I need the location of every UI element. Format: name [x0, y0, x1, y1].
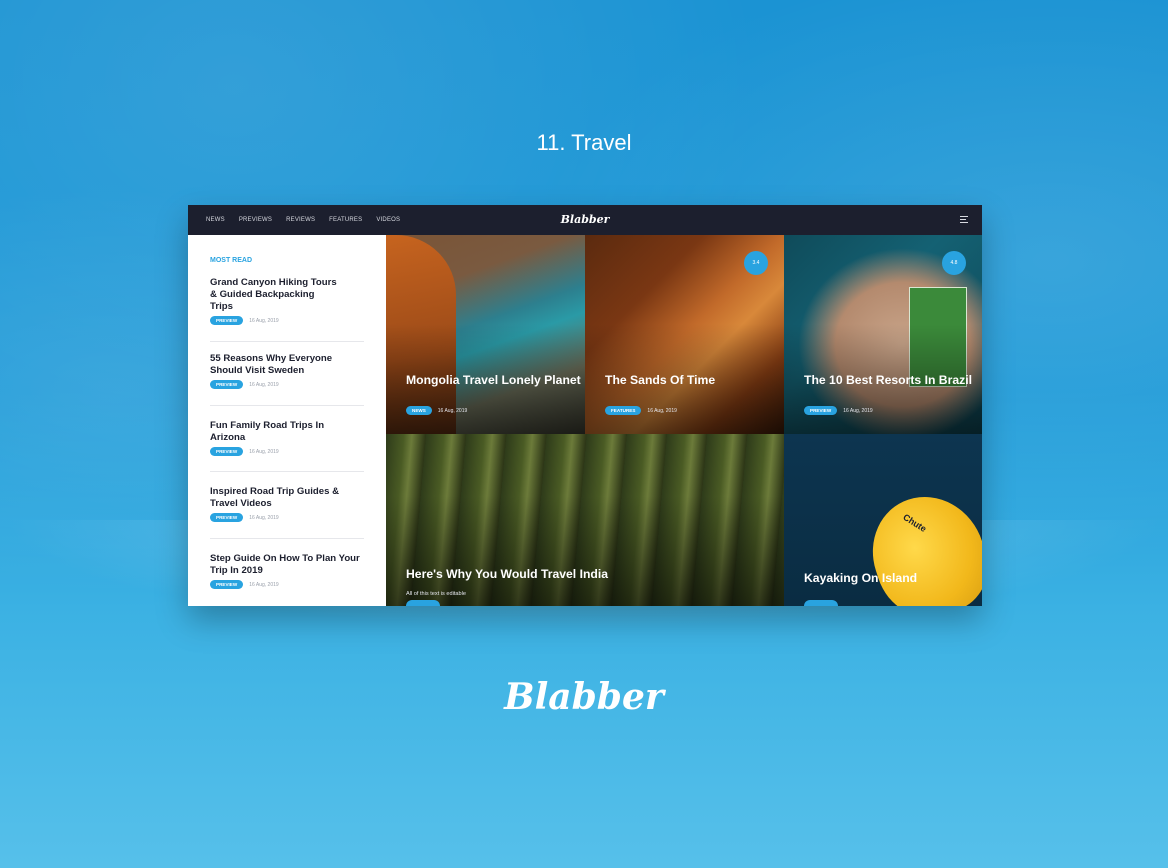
- list-item[interactable]: Grand Canyon Hiking Tours & Guided Backp…: [210, 277, 364, 325]
- tag-badge-partial[interactable]: [804, 600, 838, 606]
- article-title[interactable]: Grand Canyon Hiking Tours & Guided Backp…: [210, 277, 340, 313]
- post-tile-kayaking[interactable]: Chute Kayaking On Island: [784, 434, 982, 606]
- list-item[interactable]: Step Guide On How To Plan Your Trip In 2…: [210, 553, 364, 589]
- tag-badge[interactable]: FEATURES: [605, 406, 642, 415]
- tag-badge[interactable]: PREVIEW: [804, 406, 838, 415]
- article-date: 16 Aug, 2019: [843, 407, 873, 414]
- tag-badge[interactable]: PREVIEW: [210, 580, 244, 589]
- section-headline: 11. Travel: [536, 130, 632, 155]
- divider: [210, 341, 364, 342]
- tag-badge[interactable]: NEWS: [406, 406, 432, 415]
- tile-title[interactable]: The 10 Best Resorts In Brazil: [804, 373, 972, 388]
- article-title[interactable]: Fun Family Road Trips In Arizona: [210, 420, 360, 444]
- tag-badge[interactable]: PREVIEW: [210, 316, 244, 325]
- article-date: 16 Aug, 2019: [249, 448, 279, 455]
- score-badge: 4.8: [942, 251, 966, 275]
- kayak-image: [858, 481, 982, 606]
- tile-title[interactable]: Mongolia Travel Lonely Planet: [406, 373, 581, 388]
- hamburger-menu-icon[interactable]: [960, 216, 968, 225]
- article-date: 16 Aug, 2019: [249, 317, 279, 324]
- footer-logo: Blabber: [504, 676, 664, 718]
- post-tile-india[interactable]: Here's Why You Would Travel India All of…: [386, 434, 784, 606]
- website-mockup: NEWS PREVIEWS REVIEWS FEATURES VIDEOS Bl…: [188, 205, 982, 606]
- site-logo[interactable]: Blabber: [188, 213, 982, 226]
- article-date: 16 Aug, 2019: [249, 581, 279, 588]
- list-item[interactable]: Fun Family Road Trips In Arizona PREVIEW…: [210, 420, 364, 456]
- score-badge: 3.4: [744, 251, 768, 275]
- article-title[interactable]: Step Guide On How To Plan Your Trip In 2…: [210, 553, 360, 577]
- tile-excerpt: All of this text is editable: [406, 591, 467, 597]
- tile-title[interactable]: Here's Why You Would Travel India: [406, 567, 608, 582]
- divider: [210, 471, 364, 472]
- divider: [210, 405, 364, 406]
- tag-badge[interactable]: PREVIEW: [210, 380, 244, 389]
- list-item[interactable]: 55 Reasons Why Everyone Should Visit Swe…: [210, 353, 364, 389]
- post-tile-mongolia[interactable]: Mongolia Travel Lonely Planet NEWS 16 Aug…: [386, 235, 585, 434]
- sidebar-heading: MOST READ: [210, 257, 252, 264]
- article-title[interactable]: Inspired Road Trip Guides & Travel Video…: [210, 486, 360, 510]
- article-date: 16 Aug, 2019: [647, 407, 677, 414]
- article-date: 16 Aug, 2019: [249, 514, 279, 521]
- post-tile-sands[interactable]: 3.4 The Sands Of Time FEATURES 16 Aug, 20…: [585, 235, 784, 434]
- tag-badge-partial[interactable]: [406, 600, 440, 606]
- tag-badge[interactable]: PREVIEW: [210, 513, 244, 522]
- tile-title[interactable]: Kayaking On Island: [804, 571, 917, 586]
- article-title[interactable]: 55 Reasons Why Everyone Should Visit Swe…: [210, 353, 360, 377]
- list-item[interactable]: Inspired Road Trip Guides & Travel Video…: [210, 486, 364, 522]
- divider: [210, 538, 364, 539]
- tile-title[interactable]: The Sands Of Time: [605, 373, 715, 388]
- most-read-sidebar: MOST READ Grand Canyon Hiking Tours & Gu…: [188, 235, 386, 606]
- top-nav: NEWS PREVIEWS REVIEWS FEATURES VIDEOS Bl…: [188, 205, 982, 235]
- tag-badge[interactable]: PREVIEW: [210, 447, 244, 456]
- article-date: 16 Aug, 2019: [437, 407, 468, 414]
- post-tile-brazil[interactable]: 4.8 The 10 Best Resorts In Brazil PREVIE…: [784, 235, 982, 434]
- article-date: 16 Aug, 2019: [249, 381, 279, 388]
